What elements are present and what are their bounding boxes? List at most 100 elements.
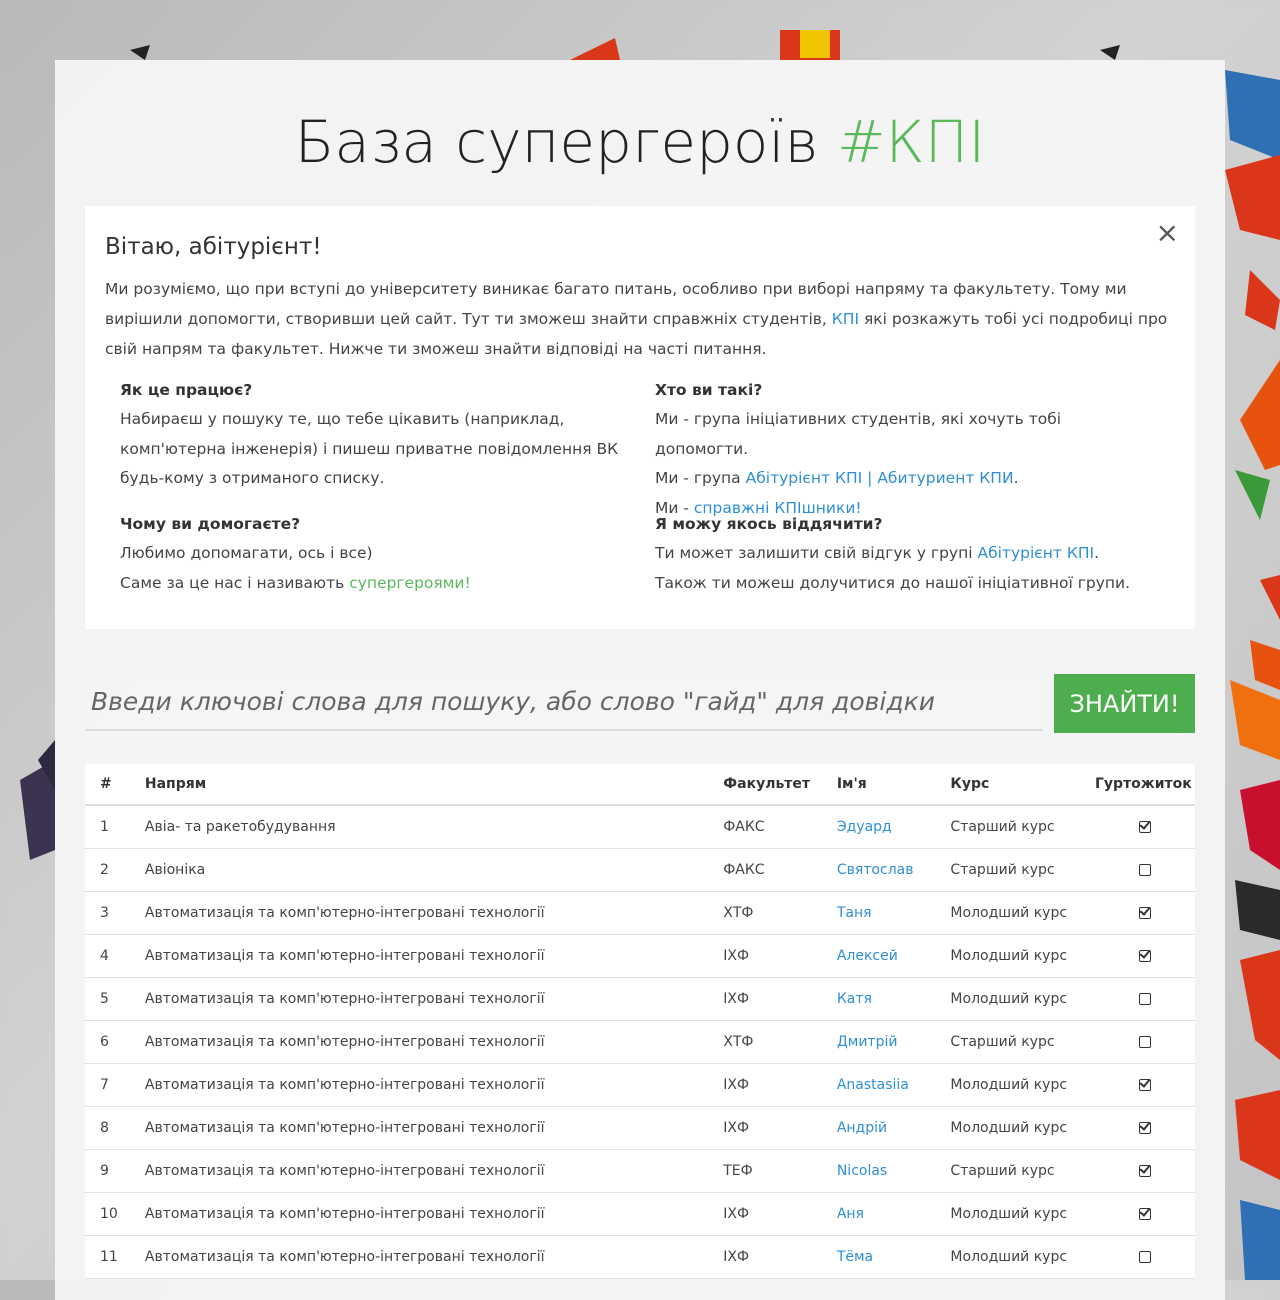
student-profile-link[interactable]: Аня xyxy=(837,1206,864,1222)
search-button[interactable]: ЗНАЙТИ! xyxy=(1054,674,1195,733)
row-faculty: ІХФ xyxy=(723,1235,837,1279)
faq-why: Чому ви домогаєте? Любимо допомагати, ос… xyxy=(120,509,620,598)
table-row: 10 Автоматизація та комп'ютерно-інтегрова… xyxy=(85,1192,1195,1236)
row-dorm xyxy=(1095,1063,1195,1107)
abiturient-kpi-link[interactable]: Абітурієнт КПІ xyxy=(977,544,1094,562)
row-course: Молодший курс xyxy=(950,1235,1095,1279)
faq-how: Як це працює? Набираєш у пошуку те, що т… xyxy=(120,375,620,494)
faq-thanks: Я можу якось віддячити? Ти может залишит… xyxy=(655,509,1155,598)
col-header-num[interactable]: # xyxy=(85,764,145,806)
row-course: Молодший курс xyxy=(950,1106,1095,1150)
row-course: Старший курс xyxy=(950,1020,1095,1064)
faq-why-line1: Любимо допомагати, ось і все) xyxy=(120,544,373,562)
row-course: Молодший курс xyxy=(950,934,1095,978)
student-profile-link[interactable]: Святослав xyxy=(837,862,914,878)
faq-who-line2: Ми - група Абітурієнт КПІ | Абитуриент К… xyxy=(655,464,1155,494)
table-row: 3 Автоматизація та комп'ютерно-інтегрован… xyxy=(85,891,1195,935)
faq-who-line1: Ми - група ініціативних студентів, які х… xyxy=(655,410,1062,458)
row-name-cell: Тёма xyxy=(836,1235,951,1279)
row-dorm xyxy=(1095,1192,1195,1236)
row-num: 1 xyxy=(85,805,145,849)
faq-how-answer: Набираєш у пошуку те, що тебе цікавить (… xyxy=(120,410,619,487)
row-name-cell: Святослав xyxy=(836,848,951,892)
faq-thanks-question: Я можу якось віддячити? xyxy=(655,515,883,533)
col-header-direction[interactable]: Напрям xyxy=(144,764,724,806)
alert-intro: Ми розуміємо, що при вступі до університ… xyxy=(105,274,1175,364)
student-profile-link[interactable]: Катя xyxy=(837,991,872,1007)
row-faculty: ФАКС xyxy=(723,805,837,849)
student-profile-link[interactable]: Эдуард xyxy=(837,819,892,835)
row-faculty: ІХФ xyxy=(723,934,837,978)
heroes-table: # Напрям Факультет Ім'я Курс Гуртожиток … xyxy=(85,764,1195,1279)
page-title: База супергероїв #КПІ xyxy=(55,108,1225,176)
col-header-faculty[interactable]: Факультет xyxy=(723,764,837,806)
row-direction: Автоматизація та комп'ютерно-інтегровані… xyxy=(144,1192,724,1236)
row-dorm xyxy=(1095,891,1195,935)
row-faculty: ХТФ xyxy=(723,891,837,935)
student-profile-link[interactable]: Алексей xyxy=(837,948,898,964)
row-num: 9 xyxy=(85,1149,145,1193)
row-dorm xyxy=(1095,1106,1195,1150)
empty-square-icon xyxy=(1139,1036,1151,1048)
row-num: 6 xyxy=(85,1020,145,1064)
row-direction: Автоматизація та комп'ютерно-інтегровані… xyxy=(144,1020,724,1064)
row-dorm xyxy=(1095,848,1195,892)
row-num: 10 xyxy=(85,1192,145,1236)
main-container: База супергероїв #КПІ × Вітаю, абітурієн… xyxy=(55,60,1225,1300)
row-course: Молодший курс xyxy=(950,891,1095,935)
row-faculty: ІХФ xyxy=(723,1106,837,1150)
col-header-dorm[interactable]: Гуртожиток xyxy=(1095,764,1195,806)
row-course: Старший курс xyxy=(950,1149,1095,1193)
faq-thanks-line1-prefix: Ти может залишити свій відгук у групі xyxy=(655,544,978,562)
row-course: Молодший курс xyxy=(950,1063,1095,1107)
student-profile-link[interactable]: Андрій xyxy=(837,1120,887,1136)
student-profile-link[interactable]: Nicolas xyxy=(837,1163,887,1179)
student-profile-link[interactable]: Anastasiia xyxy=(837,1077,909,1093)
col-header-name[interactable]: Ім'я xyxy=(836,764,951,806)
col-header-course[interactable]: Курс xyxy=(950,764,1095,806)
faq-thanks-line1: Ти может залишити свій відгук у групі Аб… xyxy=(655,539,1155,569)
row-dorm xyxy=(1095,1149,1195,1193)
checked-square-icon xyxy=(1139,1079,1151,1091)
row-name-cell: Anastasiia xyxy=(836,1063,951,1107)
student-profile-link[interactable]: Таня xyxy=(837,905,872,921)
table-body: 1 Авіа- та ракетобудування ФАКС Эдуард Старш… xyxy=(85,805,1195,1279)
faq-who-line2-suffix: . xyxy=(1013,469,1019,487)
search-input[interactable] xyxy=(85,674,1043,731)
table-row: 11 Автоматизація та комп'ютерно-інтегрова… xyxy=(85,1235,1195,1279)
empty-square-icon xyxy=(1139,864,1151,876)
student-profile-link[interactable]: Дмитрій xyxy=(837,1034,898,1050)
row-faculty: ІХФ xyxy=(723,1192,837,1236)
page-title-main: База супергероїв xyxy=(294,108,819,176)
row-faculty: ХТФ xyxy=(723,1020,837,1064)
search-bar: ЗНАЙТИ! xyxy=(85,674,1195,734)
faq-why-question: Чому ви домогаєте? xyxy=(120,515,301,533)
superheroes-link[interactable]: супергероями! xyxy=(349,574,471,592)
table-row: 8 Автоматизація та комп'ютерно-інтегрован… xyxy=(85,1106,1195,1150)
row-name-cell: Дмитрій xyxy=(836,1020,951,1064)
faq-thanks-line2: Також ти можеш долучитися до нашої ініці… xyxy=(655,573,1131,592)
row-name-cell: Аня xyxy=(836,1192,951,1236)
row-faculty: ІХФ xyxy=(723,1063,837,1107)
row-direction: Автоматизація та комп'ютерно-інтегровані… xyxy=(144,891,724,935)
page-title-tag: #КПІ xyxy=(836,108,986,176)
row-direction: Автоматизація та комп'ютерно-інтегровані… xyxy=(144,1106,724,1150)
empty-square-icon xyxy=(1139,1251,1151,1263)
row-name-cell: Таня xyxy=(836,891,951,935)
faq-who-line2-prefix: Ми - група xyxy=(655,469,746,487)
row-num: 4 xyxy=(85,934,145,978)
faq-who: Хто ви такі? Ми - група ініціативних сту… xyxy=(655,375,1155,523)
student-profile-link[interactable]: Тёма xyxy=(837,1249,873,1265)
intro-kpi-link[interactable]: КПІ xyxy=(832,310,859,328)
row-num: 7 xyxy=(85,1063,145,1107)
alert-heading: Вітаю, абітурієнт! xyxy=(105,234,322,260)
row-num: 5 xyxy=(85,977,145,1021)
row-dorm xyxy=(1095,1235,1195,1279)
row-direction: Автоматизація та комп'ютерно-інтегровані… xyxy=(144,977,724,1021)
checked-square-icon xyxy=(1139,1122,1151,1134)
abiturient-group-link[interactable]: Абітурієнт КПІ | Абитуриент КПИ xyxy=(746,469,1014,487)
close-icon[interactable]: × xyxy=(1156,218,1179,248)
row-dorm xyxy=(1095,934,1195,978)
row-direction: Авіа- та ракетобудування xyxy=(144,805,724,849)
row-course: Старший курс xyxy=(950,848,1095,892)
